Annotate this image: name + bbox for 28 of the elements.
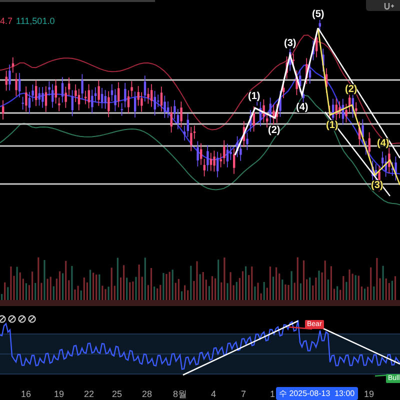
crosshair-date-label: 수 2025-08-13 13:00 [276,387,358,400]
axis-label: 16 [21,389,32,399]
magnet-plus-icon [384,2,394,10]
wave-label: (2) [345,84,358,95]
wave-label: (2) [268,125,280,136]
hide-icon[interactable] [8,315,16,323]
axis-label: 19 [364,389,374,399]
wave-label: (1) [248,91,260,102]
wave-label: (4) [296,102,308,113]
axis-label: 7 [241,389,246,399]
axis-label: 22 [84,389,94,399]
hide-icon[interactable] [28,315,36,323]
hide-icon[interactable] [0,315,6,323]
wave-label: (5) [312,9,324,20]
axis-label: 8월 [173,389,188,399]
axis-label: 25 [112,389,122,399]
legend-value: 4.7 [0,16,13,26]
axis-label: 28 [142,389,152,399]
axis-label: 1 [270,389,276,399]
axis-label: 19 [54,389,64,399]
wave-label: (3) [284,38,296,49]
hide-icon[interactable] [18,315,26,323]
wave-label: (3) [371,180,384,191]
wave-label: (4) [377,138,390,149]
legend-value: 111,501.0 [16,16,55,26]
toolbar-button[interactable] [366,0,400,11]
wave-label: (1) [326,120,338,131]
axis-label: 4 [211,389,216,399]
